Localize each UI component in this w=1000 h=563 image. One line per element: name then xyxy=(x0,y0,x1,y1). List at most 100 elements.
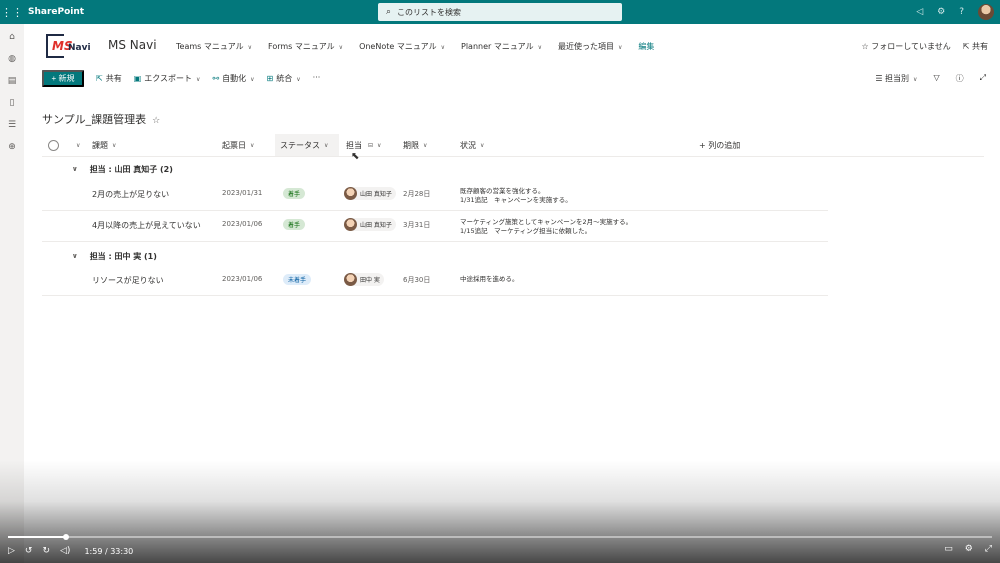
home-icon[interactable]: ⌂ xyxy=(9,32,15,42)
status-badge: 着手 xyxy=(283,188,306,199)
chevron-down-icon: ∨ xyxy=(440,44,445,51)
list-title: サンプル_課題管理表 ☆ xyxy=(42,113,161,126)
automate-button[interactable]: ⚯ 自動化 ∨ xyxy=(212,73,254,84)
column-header-date[interactable]: 起票日 ∨ xyxy=(222,134,254,156)
chevron-down-icon: ∨ xyxy=(250,141,255,149)
avatar xyxy=(344,218,357,231)
suite-right-icons: ◁ ⚙ ? xyxy=(916,0,994,24)
chevron-down-icon: ∨ xyxy=(913,76,918,83)
video-progress-fill xyxy=(8,536,67,538)
chevron-down-icon: ∨ xyxy=(296,76,301,83)
volume-icon[interactable]: ◁) xyxy=(60,546,70,556)
follow-button[interactable]: ☆ フォローしていません xyxy=(862,41,951,52)
group-header[interactable]: ∨ 担当 : 田中 実 (1) xyxy=(42,245,157,267)
share-icon: ⇱ xyxy=(962,42,972,51)
nav-planner[interactable]: Planner マニュアル ∨ xyxy=(461,41,542,52)
nav-recent[interactable]: 最近使った項目 ∨ xyxy=(558,41,622,52)
video-progress-handle[interactable] xyxy=(63,534,70,540)
situation-cell: マーケティング施策としてキャンペーンを2月～実施する。 1/15追記 マーケティ… xyxy=(460,218,633,235)
info-icon[interactable]: ⓘ xyxy=(956,73,964,84)
column-header-issue[interactable]: 課題 ∨ xyxy=(92,134,116,156)
chevron-down-icon: ∨ xyxy=(338,44,344,51)
list-icon: ☰ xyxy=(875,74,886,83)
site-header: MS Navi MS Navi Teams マニュアル ∨ Forms マニュアル… xyxy=(24,24,1000,68)
settings-icon[interactable]: ⚙ xyxy=(965,544,973,554)
deadline-cell: 6月30日 xyxy=(403,276,431,284)
app-launcher-icon[interactable]: ⋮⋮ xyxy=(0,0,24,24)
forward-icon[interactable]: ↻ xyxy=(42,546,50,556)
status-badge: 未着手 xyxy=(283,274,312,285)
nav-onenote[interactable]: OneNote マニュアル ∨ xyxy=(359,41,445,52)
date-cell: 2023/01/31 xyxy=(222,189,263,197)
site-logo[interactable]: MS Navi xyxy=(44,31,94,61)
megaphone-icon[interactable]: ◁ xyxy=(916,7,923,17)
nav-forms[interactable]: Forms マニュアル ∨ xyxy=(268,41,343,52)
help-icon[interactable]: ? xyxy=(959,7,964,17)
expand-icon[interactable]: ⤢ xyxy=(980,73,986,84)
search-input[interactable]: ⌕ このリストを検索 xyxy=(378,3,622,21)
deadline-cell: 2月28日 xyxy=(403,190,431,198)
share-button[interactable]: ⇱ 共有 xyxy=(96,73,122,84)
document-icon[interactable]: ▯ xyxy=(10,98,15,108)
table-row[interactable]: 4月以降の売上が見えていない 2023/01/06 着手 山田 真知子 3月31… xyxy=(42,212,828,242)
star-icon[interactable]: ☆ xyxy=(152,116,160,126)
database-icon[interactable]: ☰ xyxy=(8,120,16,130)
table-row[interactable]: 2月の売上が足りない 2023/01/31 着手 山田 真知子 2月28日 既存… xyxy=(42,181,828,211)
add-circle-icon[interactable]: ⊕ xyxy=(8,142,16,152)
chevron-down-icon: ∨ xyxy=(324,141,329,149)
more-button[interactable]: ··· xyxy=(313,73,321,84)
person-chip[interactable]: 山田 真知子 xyxy=(344,218,396,231)
rewind-icon[interactable]: ↺ xyxy=(25,546,33,556)
search-placeholder: このリストを検索 xyxy=(397,7,462,17)
chevron-down-icon: ∨ xyxy=(618,44,623,51)
select-all-checkbox[interactable] xyxy=(48,134,59,156)
person-chip[interactable]: 田中 実 xyxy=(344,273,384,286)
deadline-cell: 3月31日 xyxy=(403,221,431,229)
sharepoint-brand[interactable]: SharePoint xyxy=(28,7,84,17)
date-cell: 2023/01/06 xyxy=(222,220,263,228)
table-row[interactable]: リソースが足りない 2023/01/06 未着手 田中 実 6月30日 中途採用… xyxy=(42,266,828,296)
nav-edit[interactable]: 編集 xyxy=(638,41,654,52)
filter-icon[interactable]: ▽ xyxy=(933,73,939,84)
situation-cell: 中途採用を進める。 xyxy=(460,275,519,283)
command-right: ☰ 担当別 ∨ ▽ ⓘ ⤢ xyxy=(875,73,986,84)
news-icon[interactable]: ▤ xyxy=(8,76,17,86)
person-chip[interactable]: 山田 真知子 xyxy=(344,187,396,200)
integrate-button[interactable]: ⊞ 統合 ∨ xyxy=(267,73,301,84)
collapse-all-toggle[interactable]: ∨ xyxy=(72,134,80,156)
group-header[interactable]: ∨ 担当 : 山田 真知子 (2) xyxy=(42,158,173,180)
nav-teams[interactable]: Teams マニュアル ∨ xyxy=(176,41,252,52)
column-header-deadline[interactable]: 期限 ∨ xyxy=(403,134,427,156)
mouse-cursor-icon: ⬉ xyxy=(351,151,360,162)
chevron-down-icon: ∨ xyxy=(423,141,428,149)
video-time: 1:59 / 33:30 xyxy=(84,546,134,556)
logo-navi: Navi xyxy=(68,43,91,53)
issue-cell[interactable]: 4月以降の売上が見えていない xyxy=(92,220,201,231)
column-header-situation[interactable]: 状況 ∨ xyxy=(460,134,484,156)
globe-icon[interactable]: ◍ xyxy=(8,54,16,64)
chevron-down-icon: ∨ xyxy=(76,141,81,149)
avatar xyxy=(344,273,357,286)
chevron-down-icon: ∨ xyxy=(72,252,78,260)
column-header-status[interactable]: ステータス ∨ xyxy=(280,134,328,156)
chevron-down-icon: ∨ xyxy=(247,44,253,51)
video-progress-bar[interactable] xyxy=(8,534,992,540)
add-column-button[interactable]: + 列の追加 xyxy=(699,134,740,156)
issue-cell[interactable]: 2月の売上が足りない xyxy=(92,189,169,200)
view-selector[interactable]: ☰ 担当別 ∨ xyxy=(875,73,917,84)
avatar[interactable] xyxy=(978,4,994,20)
chevron-down-icon: ∨ xyxy=(196,76,201,83)
video-controls-right: ▭ ⚙ ⤢ xyxy=(944,544,992,554)
captions-icon[interactable]: ▭ xyxy=(944,544,953,554)
fullscreen-icon[interactable]: ⤢ xyxy=(985,544,992,554)
new-button[interactable]: + 新規 xyxy=(42,70,84,87)
search-icon: ⌕ xyxy=(386,7,392,17)
site-title[interactable]: MS Navi xyxy=(108,38,157,52)
export-button[interactable]: ▣ エクスポート ∨ xyxy=(134,73,201,84)
play-icon[interactable]: ▷ xyxy=(8,546,15,556)
share-site-button[interactable]: ⇱ 共有 xyxy=(963,41,988,52)
gear-icon[interactable]: ⚙ xyxy=(937,7,945,17)
issue-cell[interactable]: リソースが足りない xyxy=(92,275,164,286)
chevron-down-icon: ∨ xyxy=(72,165,78,173)
situation-cell: 既存顧客の営業を強化する。 1/31追記 キャンペーンを実施する。 xyxy=(460,187,572,204)
